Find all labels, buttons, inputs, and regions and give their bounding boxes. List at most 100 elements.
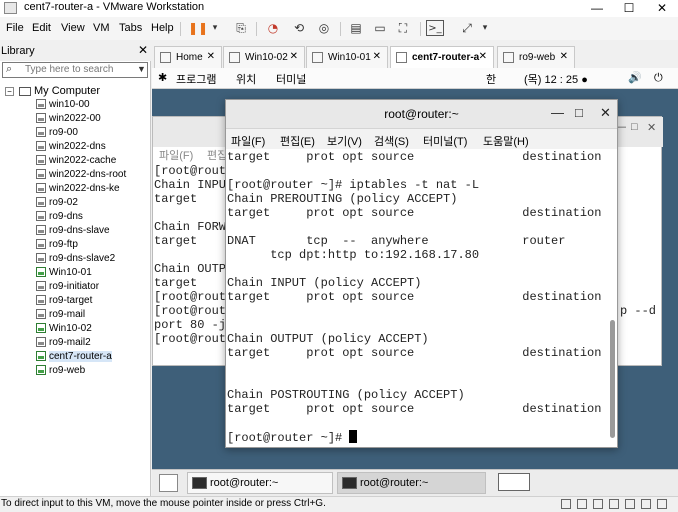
stretch-dropdown-icon[interactable]: ▾ xyxy=(476,20,494,36)
terminal-line-text: Chain OUTPUT (policy ACCEPT) xyxy=(227,332,429,346)
hard-disk-icon[interactable] xyxy=(561,499,571,509)
background-menu-file[interactable]: 파일(F) xyxy=(159,147,193,163)
library-vm-item[interactable]: Win10-02 xyxy=(36,323,92,337)
terminal-window[interactable]: root@router:~ — □ ✕ 파일(F) 편집(E) 보기(V) 검색… xyxy=(225,99,618,448)
terminal-icon xyxy=(192,477,207,489)
background-terminal-output: [root@route Chain INPUT target Chain FORWA t… xyxy=(154,164,233,346)
library-vm-item[interactable]: win2022-dns xyxy=(36,141,106,155)
terminal-menu-file[interactable]: 파일(F) xyxy=(231,133,265,149)
input-method-indicator[interactable]: 한 xyxy=(486,71,496,87)
library-vm-item[interactable]: win2022-dns-ke xyxy=(36,183,120,197)
library-vm-item[interactable]: ro9-mail xyxy=(36,309,85,323)
tab-close-icon[interactable]: ✕ xyxy=(560,51,568,62)
library-vm-item[interactable]: ro9-00 xyxy=(36,127,78,141)
clock[interactable]: (목) 12 : 25 ● xyxy=(524,71,588,87)
close-button[interactable]: ✕ xyxy=(647,0,677,17)
collapse-icon[interactable]: − xyxy=(5,86,14,96)
library-toggle-icon[interactable]: ▤ xyxy=(347,20,365,36)
display-icon[interactable] xyxy=(641,499,651,509)
minimize-icon[interactable]: — xyxy=(551,105,564,120)
library-vm-item[interactable]: ro9-ftp xyxy=(36,239,78,253)
menu-view[interactable]: View xyxy=(61,22,85,34)
library-vm-item[interactable]: ro9-02 xyxy=(36,197,78,211)
applications-menu[interactable]: 프로그램 xyxy=(176,71,216,87)
library-vm-item[interactable]: ro9-mail2 xyxy=(36,337,91,351)
maximize-icon[interactable]: □ xyxy=(631,121,638,133)
minimize-button[interactable]: — xyxy=(582,0,612,17)
menu-tabs[interactable]: Tabs xyxy=(119,22,142,34)
library-vm-item[interactable]: win10-00 xyxy=(36,99,90,113)
applications-icon[interactable]: ✱ xyxy=(158,71,167,84)
sound-card-icon[interactable] xyxy=(625,499,635,509)
library-search-input[interactable]: ⌕ Type here to search ▼ xyxy=(2,62,148,78)
console-view-icon[interactable]: >_ xyxy=(426,20,444,36)
snapshot-icon[interactable]: ◔ xyxy=(264,20,282,36)
library-vm-item[interactable]: ro9-target xyxy=(36,295,92,309)
terminal-line: target prot opt source destination xyxy=(227,290,601,304)
terminal-menu-view[interactable]: 보기(V) xyxy=(327,133,362,149)
vm-icon xyxy=(36,155,46,166)
library-vm-item[interactable]: Win10-01 xyxy=(36,267,92,281)
thumbnail-icon[interactable]: ▭ xyxy=(371,20,389,36)
message-icon[interactable] xyxy=(657,499,667,509)
terminal-menu-search[interactable]: 검색(S) xyxy=(374,133,409,149)
tab-ro9-web[interactable]: ro9-web ✕ xyxy=(497,46,575,68)
menu-file[interactable]: File xyxy=(6,22,24,34)
tab-win10-02[interactable]: Win10-02 ✕ xyxy=(223,46,305,68)
dropdown-icon[interactable]: ▾ xyxy=(206,20,224,36)
power-icon[interactable]: ⏻ xyxy=(654,71,663,85)
background-terminal-line xyxy=(154,248,233,262)
terminal-menu-edit[interactable]: 편집(E) xyxy=(280,133,315,149)
terminal-menu-help[interactable]: 도움말(H) xyxy=(483,133,529,149)
taskbar-terminal-1[interactable]: root@router:~ xyxy=(187,472,333,494)
send-ctrl-alt-del-icon[interactable]: ⎘ xyxy=(232,20,250,36)
terminal-line-text: target prot opt source destination xyxy=(227,290,602,304)
tab-close-icon[interactable]: ✕ xyxy=(207,51,215,62)
menu-help[interactable]: Help xyxy=(151,22,174,34)
chevron-down-icon[interactable]: ▼ xyxy=(137,64,146,74)
terminal-output[interactable]: target prot opt source destination [root@… xyxy=(226,149,617,447)
tree-root-my-computer[interactable]: − My Computer xyxy=(5,85,100,99)
library-vm-item[interactable]: ro9-dns-slave2 xyxy=(36,253,115,267)
tab-close-icon[interactable]: ✕ xyxy=(479,51,487,62)
taskbar-terminal-2[interactable]: root@router:~ xyxy=(337,472,486,494)
close-icon[interactable]: ✕ xyxy=(647,121,656,134)
revert-snapshot-icon[interactable]: ⟲ xyxy=(290,20,308,36)
maximize-icon[interactable]: □ xyxy=(575,105,583,120)
terminal-menu-terminal[interactable]: 터미널(T) xyxy=(423,133,467,149)
tab-close-icon[interactable]: ✕ xyxy=(290,51,298,62)
library-vm-item[interactable]: ro9-dns xyxy=(36,211,83,225)
library-close-icon[interactable]: ✕ xyxy=(138,43,148,57)
volume-icon[interactable]: 🔊 xyxy=(628,71,642,84)
tab-cent7-router-a[interactable]: cent7-router-a ✕ xyxy=(390,46,494,68)
library-vm-item[interactable]: win2022-cache xyxy=(36,155,116,169)
cd-drive-icon[interactable] xyxy=(577,499,587,509)
places-menu[interactable]: 위치 xyxy=(236,71,256,87)
library-vm-item[interactable]: ro9-dns-slave xyxy=(36,225,110,239)
vm-console[interactable]: ✱ 프로그램 위치 터미널 한 (목) 12 : 25 ● 🔊 ⏻ — □ ✕ … xyxy=(152,68,678,496)
network-adapter-icon[interactable] xyxy=(593,499,603,509)
menu-vm[interactable]: VM xyxy=(93,22,110,34)
fullscreen-icon[interactable]: ⛶ xyxy=(394,20,412,36)
workspace-switcher[interactable] xyxy=(498,473,530,491)
library-vm-item[interactable]: win2022-dns-root xyxy=(36,169,126,183)
scrollbar-thumb[interactable] xyxy=(610,320,615,438)
terminal-app-menu[interactable]: 터미널 xyxy=(276,71,306,87)
library-vm-item[interactable]: ro9-web xyxy=(36,365,85,379)
library-vm-item[interactable]: cent7-router-a xyxy=(36,351,112,365)
toolbar-separator xyxy=(256,22,257,36)
tab-close-icon[interactable]: ✕ xyxy=(373,51,381,62)
background-terminal-line: port 80 -j xyxy=(154,318,227,332)
tab-win10-01[interactable]: Win10-01 ✕ xyxy=(306,46,388,68)
maximize-button[interactable]: ☐ xyxy=(614,0,644,17)
snapshot-manager-icon[interactable]: ◎ xyxy=(315,20,333,36)
usb-controller-icon[interactable] xyxy=(609,499,619,509)
library-vm-item[interactable]: ro9-initiator xyxy=(36,281,99,295)
show-desktop-button[interactable] xyxy=(159,474,178,492)
close-icon[interactable]: ✕ xyxy=(600,105,611,121)
stretch-guest-icon[interactable]: ⤢ xyxy=(458,20,476,36)
menu-edit[interactable]: Edit xyxy=(32,22,51,34)
pause-icon[interactable]: ❚❚ xyxy=(188,20,208,36)
library-vm-item[interactable]: win2022-00 xyxy=(36,113,101,127)
tab-home[interactable]: Home ✕ xyxy=(154,46,222,68)
